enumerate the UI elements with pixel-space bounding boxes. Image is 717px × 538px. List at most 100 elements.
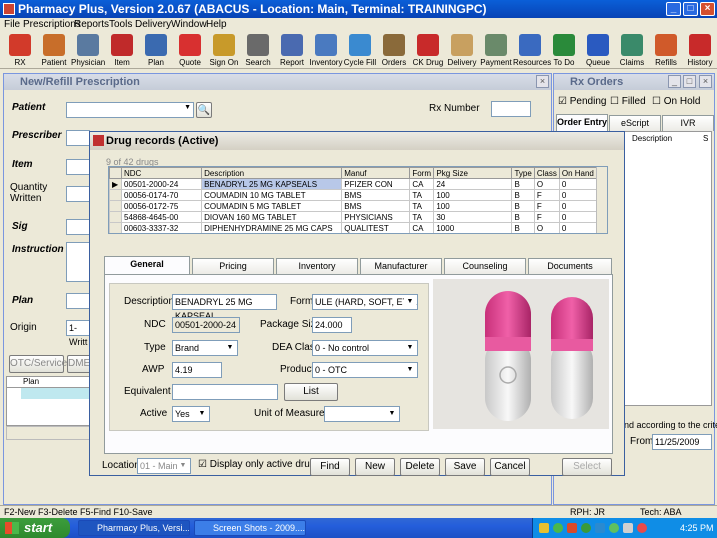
cancel-button[interactable]: Cancel [490,458,530,476]
toolbar-queue-button[interactable]: Queue [581,33,615,69]
toolbar-resources-button[interactable]: Resources [513,33,551,69]
origin-field[interactable]: 1-Writt [66,320,90,347]
messenger-icon[interactable] [609,523,619,533]
drug-grid[interactable]: NDC Description Manuf Form Pkg Size Type Class… [108,166,608,234]
minimize-button[interactable]: _ [666,2,681,16]
column-header[interactable]: Type [511,167,535,179]
awp-field[interactable]: 4.19 [172,362,222,378]
table-row[interactable]: 00603-3337-32 DIPHENHYDRAMINE 25 MG CAPS Q… [109,222,598,233]
toolbar-cycle-fill-button[interactable]: Cycle Fill [343,33,377,69]
save-button[interactable]: Save [445,458,485,476]
list-button[interactable]: List [284,383,338,401]
table-row[interactable]: 00056-0174-70 COUMADIN 10 MG TABLET BMS TA 1… [109,189,598,201]
toolbar-sign-on-button[interactable]: Sign On [207,33,241,69]
table-row[interactable]: ▶ 00501-2000-24 BENADRYL 25 MG KAPSEALS PFI… [109,178,598,190]
toolbar-patient-button[interactable]: Patient [37,33,71,69]
from-date-field[interactable]: 11/25/2009 [652,434,712,450]
column-header[interactable]: NDC [120,167,203,179]
description-field[interactable]: BENADRYL 25 MG KAPSEAL [172,294,277,321]
pending-checkbox[interactable]: ☑ Pending [558,96,606,107]
orders-minimize-button[interactable]: _ [668,75,681,88]
type-select[interactable]: Brand ▼ [172,340,238,356]
toolbar-report-button[interactable]: Report [275,33,309,69]
form-select[interactable]: ULE (HARD, SOFT, ETC.) ▼ [312,294,418,310]
find-button[interactable]: Find [310,458,350,476]
plan-row[interactable] [21,388,91,399]
location-select[interactable]: 01 - Main ▼ [137,458,191,474]
close-button[interactable]: × [700,2,715,16]
toolbar-search-button[interactable]: Search [241,33,275,69]
select-button[interactable]: Select [562,458,612,476]
prescriber-field[interactable] [66,130,90,146]
tab-manufacturer[interactable]: Manufacturer [360,258,442,274]
delete-button[interactable]: Delete [400,458,440,476]
toolbar-refills-button[interactable]: Refills [649,33,683,69]
rx-number-field[interactable] [491,101,531,117]
security-icon[interactable] [581,523,591,533]
menu-delivery[interactable]: Delivery [135,18,171,32]
toolbar-item-button[interactable]: Item [105,33,139,69]
alert-icon[interactable] [637,523,647,533]
product-select[interactable]: 0 - OTC ▼ [312,362,418,378]
orders-maximize-button[interactable]: □ [683,75,696,88]
update-icon[interactable] [595,523,605,533]
patient-search-icon[interactable]: 🔍 [196,102,212,118]
menu-reports[interactable]: Reports [74,18,109,32]
table-row[interactable]: 00056-0172-75 COUMADIN 5 MG TABLET BMS TA 10… [109,200,598,212]
toolbar-rx-button[interactable]: RX [3,33,37,69]
filled-checkbox[interactable]: ☐ Filled [610,96,646,107]
tab-documents[interactable]: Documents [528,258,612,274]
task-pharmacy-plus[interactable]: Pharmacy Plus, Versi... [78,520,190,536]
toolbar-delivery-button[interactable]: Delivery [445,33,479,69]
toolbar-history-button[interactable]: History [683,33,717,69]
column-header[interactable]: Form [409,167,435,179]
onhold-checkbox[interactable]: ☐ On Hold [652,96,700,107]
task-screen-shots[interactable]: Screen Shots - 2009.... [194,520,306,536]
column-header[interactable]: On Hand [558,167,598,179]
menu-prescriptions[interactable]: Prescriptions [23,18,81,32]
toolbar-to-do-button[interactable]: To Do [547,33,581,69]
column-header[interactable]: Description [201,167,343,179]
tab-order-entry[interactable]: Order Entry [556,114,608,132]
column-header[interactable]: Pkg Size [433,167,513,179]
shield-icon[interactable] [539,523,549,533]
rx-horizontal-scrollbar[interactable] [6,426,92,440]
antivirus-icon[interactable] [567,523,577,533]
orders-close-button[interactable]: × [699,75,712,88]
active-select[interactable]: Yes ▼ [172,406,210,422]
tab-pricing[interactable]: Pricing [192,258,274,274]
patient-field[interactable]: ▼ [66,102,194,118]
tab-escript[interactable]: eScript [609,115,661,131]
maximize-button[interactable]: □ [683,2,698,16]
table-row[interactable]: 54868-4645-00 DIOVAN 160 MG TABLET PHYSICI… [109,211,598,223]
tab-general[interactable]: General [104,256,190,274]
new-button[interactable]: New [355,458,395,476]
toolbar-plan-button[interactable]: Plan [139,33,173,69]
toolbar-ck-drug-button[interactable]: CK Drug [411,33,445,69]
tab-counseling[interactable]: Counseling [444,258,526,274]
toolbar-inventory-button[interactable]: Inventory [309,33,343,69]
column-header[interactable]: Class [533,167,560,179]
menu-file[interactable]: File [4,18,20,32]
menu-tools[interactable]: Tools [109,18,132,32]
tab-inventory[interactable]: Inventory [276,258,358,274]
menu-window[interactable]: Window [171,18,207,32]
dme-button[interactable]: DME [67,355,91,373]
item-field[interactable] [66,159,90,175]
package-size-field[interactable]: 24.000 [312,317,352,333]
network-icon[interactable] [553,523,563,533]
equivalent-field[interactable] [172,384,278,400]
toolbar-payment-button[interactable]: Payment [479,33,513,69]
dea-class-select[interactable]: 0 - No control ▼ [312,340,418,356]
toolbar-quote-button[interactable]: Quote [173,33,207,69]
quantity-field[interactable] [66,186,90,202]
plan-field[interactable] [66,293,90,309]
instruction-field[interactable] [66,242,90,282]
tab-ivr[interactable]: IVR [662,115,714,131]
drug-grid-scrollbar[interactable] [596,167,607,233]
unit-of-measure-select[interactable]: ▼ [324,406,400,422]
menu-help[interactable]: Help [206,18,227,32]
toolbar-orders-button[interactable]: Orders [377,33,411,69]
toolbar-claims-button[interactable]: Claims [615,33,649,69]
display-active-checkbox[interactable]: ☑ Display only active drugs [198,459,320,470]
